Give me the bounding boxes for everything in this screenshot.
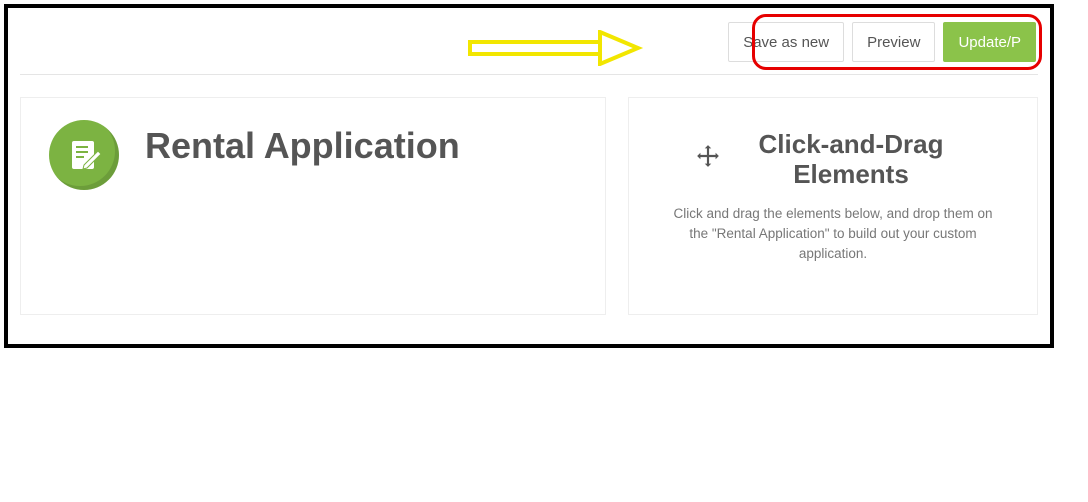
save-as-new-label: Save as new <box>743 34 829 51</box>
update-button[interactable]: Update/P <box>943 22 1036 62</box>
annotation-arrow <box>468 30 668 71</box>
palette-title: Click-and-Drag Elements <box>731 130 971 190</box>
preview-label: Preview <box>867 34 920 51</box>
form-icon <box>49 120 119 190</box>
app-window: Save as new Preview Update/P Rental Appl… <box>4 4 1054 348</box>
save-as-new-button[interactable]: Save as new <box>728 22 844 62</box>
preview-button[interactable]: Preview <box>852 22 935 62</box>
update-label: Update/P <box>958 34 1021 51</box>
elements-palette-panel: Click-and-Drag Elements Click and drag t… <box>628 97 1038 315</box>
palette-title-row: Click-and-Drag Elements <box>653 130 1013 190</box>
toolbar: Save as new Preview Update/P <box>8 8 1050 74</box>
content-row: Rental Application Click-and-Drag Elemen… <box>8 75 1050 315</box>
palette-description: Click and drag the elements below, and d… <box>653 204 1013 265</box>
form-preview-panel[interactable]: Rental Application <box>20 97 606 315</box>
move-icon <box>695 143 721 176</box>
form-title: Rental Application <box>145 124 460 167</box>
